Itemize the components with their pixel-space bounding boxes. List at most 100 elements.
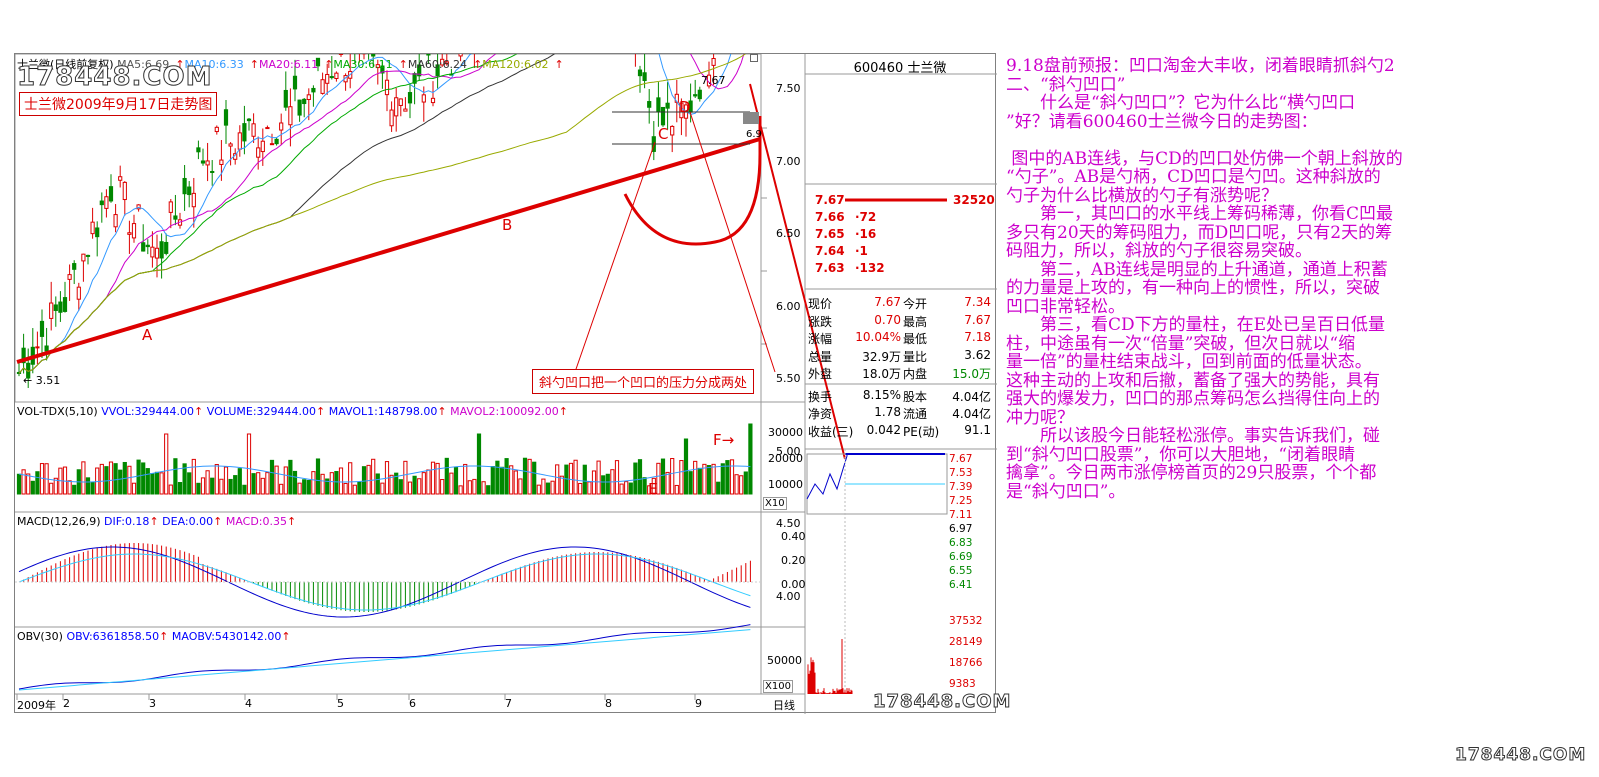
candle-body — [274, 138, 279, 145]
y-tick-macd: 0.40 — [781, 530, 806, 543]
macd-dea: DEA:0.00 — [162, 515, 214, 528]
price-block — [743, 112, 759, 124]
volume-bar — [371, 458, 376, 495]
volume-bar — [596, 460, 601, 495]
volume-bar — [237, 468, 242, 495]
volume-bar — [279, 483, 284, 495]
volume-bar — [683, 438, 689, 495]
volume-bar — [693, 460, 698, 495]
volume-bar — [449, 472, 454, 495]
article-line: 第三，看CD下方的量柱，在E处已呈百日低量 — [1006, 315, 1386, 335]
volume-bar — [366, 464, 371, 495]
label-f: F→ — [713, 431, 735, 449]
candle-body — [81, 253, 86, 262]
sell-price: 7.63 — [815, 261, 845, 275]
volume-bar — [499, 466, 505, 495]
volume-bar — [389, 474, 394, 495]
stat-value: 7.67 — [874, 295, 901, 309]
candle-body — [168, 201, 173, 213]
volume-bar — [338, 467, 344, 495]
candle-body — [200, 160, 206, 164]
volume-bar — [605, 473, 610, 495]
label-b: B — [502, 216, 513, 234]
volume-bar — [417, 478, 422, 495]
y-tick-vol: 30000 — [768, 426, 803, 439]
candle-body — [118, 176, 123, 181]
volume-bar — [555, 464, 560, 495]
candle-body — [49, 302, 54, 319]
chart-title: 士兰微2009年9月17日走势图 — [19, 92, 218, 116]
x-tick: 3 — [149, 697, 156, 710]
x-tick: 6 — [409, 697, 416, 710]
period-tab[interactable]: 日线 — [773, 697, 795, 713]
stat-value: 10.04% — [855, 330, 901, 344]
volume-bar — [320, 473, 325, 495]
volume-bar — [633, 462, 638, 495]
watermark: 178448.COM — [16, 62, 213, 93]
volume-bar — [513, 470, 518, 495]
volume-bar — [467, 480, 472, 495]
volume-bar — [141, 462, 146, 495]
volume-bar — [283, 466, 288, 495]
intraday-vol-tick: 28149 — [949, 636, 983, 648]
macd-value: MACD:0.35 — [225, 515, 287, 528]
volume-bar — [173, 458, 178, 495]
candle-body — [302, 98, 307, 105]
candle-body — [697, 89, 702, 100]
volume-bar — [591, 470, 597, 495]
volume-bar — [205, 470, 210, 495]
stat-label: 涨幅 — [808, 332, 833, 346]
y-tick-vol: 20000 — [768, 452, 803, 465]
article-line: 的力量是上攻的，有一种向上的惯性，所以，突破 — [1006, 278, 1380, 298]
stat-value: 18.0万 — [862, 367, 901, 381]
volume-bar — [628, 482, 633, 495]
candle-body — [99, 200, 104, 206]
maximize-button[interactable] — [750, 54, 758, 62]
volume-bar — [187, 472, 192, 495]
candle-body — [131, 223, 137, 239]
candle-body — [187, 186, 192, 196]
obv-axis-label: 50000 — [767, 654, 802, 667]
volume-bar — [518, 478, 523, 495]
volume-bar — [637, 459, 643, 495]
volume-bar — [541, 478, 546, 495]
volume-bar — [274, 465, 279, 495]
volume-bar — [398, 479, 403, 495]
volume-bar — [582, 464, 587, 495]
volume-bar — [343, 482, 348, 495]
volume-bar — [412, 475, 417, 495]
volume-bar — [426, 469, 431, 495]
candle-body — [72, 263, 77, 270]
volume-bar — [200, 477, 206, 495]
candle-body — [223, 109, 229, 126]
stat-label: 外盘 — [808, 367, 833, 381]
volume-bar — [288, 459, 293, 495]
candle-body — [228, 143, 233, 147]
candle-body — [242, 123, 247, 142]
article-line: 第二，AB连线是明显的上升通道，通道上积蓄 — [1006, 259, 1388, 280]
volume-bar — [256, 472, 261, 495]
candle-body — [403, 108, 408, 112]
vol-mavol1: MAVOL1:148798.00 — [328, 405, 438, 418]
volume-bar — [214, 464, 219, 495]
candle-body — [407, 92, 413, 104]
volume-bar — [85, 477, 91, 495]
volume-bar — [509, 465, 514, 495]
y-tick-main: 4.00 — [776, 589, 801, 603]
volume-bar — [670, 458, 675, 495]
candle-body — [246, 118, 252, 122]
volume-bar — [159, 472, 164, 495]
volume-bar — [624, 481, 629, 495]
article-line: 勺子为什么比横放的勺子有涨势呢？ — [1006, 185, 1278, 206]
candle-body — [711, 58, 716, 66]
candle-body — [164, 241, 169, 254]
candle-body — [398, 98, 403, 106]
stat-value: 7.67 — [964, 312, 991, 327]
ma-label-4: MA60:6.24 — [407, 58, 468, 71]
article-line — [1006, 131, 1596, 150]
volume-bar — [35, 471, 40, 495]
volume-bar — [716, 481, 721, 495]
stat-label: 内盘 — [903, 367, 928, 381]
stat-label: 股本 — [903, 389, 928, 404]
candle-body — [384, 79, 390, 96]
